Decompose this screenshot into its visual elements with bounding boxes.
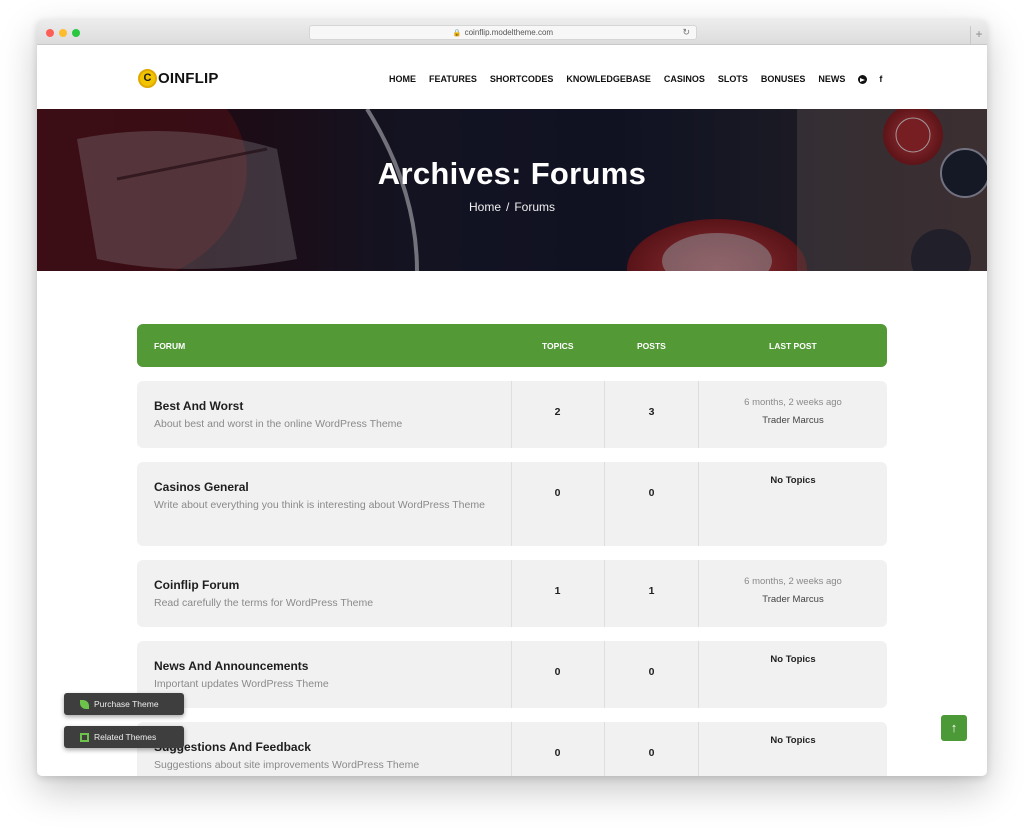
facebook-icon[interactable]: f <box>879 74 882 84</box>
scroll-to-top-button[interactable]: ↑ <box>941 715 967 741</box>
page-title: Archives: Forums <box>377 156 647 191</box>
header-posts: POSTS <box>637 341 666 351</box>
address-bar[interactable]: 🔒 coinflip.modeltheme.com ↻ <box>309 25 697 40</box>
related-themes-label: Related Themes <box>94 732 157 742</box>
last-post-time[interactable]: 6 months, 2 weeks ago <box>744 576 842 587</box>
last-post-author[interactable]: Trader Marcus <box>699 594 887 605</box>
posts-count: 3 <box>648 406 655 418</box>
url-text: coinflip.modeltheme.com <box>464 28 554 37</box>
table-row: Best And Worst About best and worst in t… <box>137 381 887 448</box>
page-hero: Archives: Forums Home / Forums <box>37 109 987 271</box>
posts-count: 0 <box>648 666 655 678</box>
nav-slots[interactable]: SLOTS <box>718 74 748 84</box>
nav-shortcodes[interactable]: SHORTCODES <box>490 74 554 84</box>
breadcrumb-current: Forums <box>514 200 556 214</box>
last-post-cell: 6 months, 2 weeks ago Trader Marcus <box>699 397 887 426</box>
last-post-author[interactable]: Trader Marcus <box>699 415 887 426</box>
nav-news[interactable]: NEWS <box>818 74 845 84</box>
no-topics-label: No Topics <box>770 475 816 486</box>
header-topics: TOPICS <box>542 341 574 351</box>
purchase-theme-label: Purchase Theme <box>94 699 159 709</box>
column-divider <box>511 462 512 546</box>
header-forum: FORUM <box>154 341 186 351</box>
forum-title-link[interactable]: Best And Worst <box>154 399 494 413</box>
site-header: C OINFLIP HOME FEATURES SHORTCODES KNOWL… <box>37 45 987 109</box>
no-topics-label: No Topics <box>770 735 816 746</box>
forum-title-link[interactable]: Suggestions And Feedback <box>154 740 494 754</box>
breadcrumb-separator: / <box>506 200 510 214</box>
maximize-window-button[interactable] <box>72 29 80 37</box>
site-logo[interactable]: C OINFLIP <box>138 68 219 88</box>
forum-title-link[interactable]: News And Announcements <box>154 659 494 673</box>
topics-count: 0 <box>554 747 561 759</box>
topics-count: 0 <box>554 666 561 678</box>
posts-count: 0 <box>648 487 655 499</box>
themes-icon <box>80 732 89 742</box>
forum-cell: Casinos General Write about everything y… <box>154 480 494 514</box>
column-divider <box>698 641 699 708</box>
browser-window: 🔒 coinflip.modeltheme.com ↻ + C OINFLIP H… <box>37 20 987 776</box>
nav-knowledgebase[interactable]: KNOWLEDGEBASE <box>566 74 651 84</box>
table-header: FORUM TOPICS POSTS LAST POST <box>137 324 887 367</box>
posts-count: 1 <box>648 585 655 597</box>
topics-count: 1 <box>554 585 561 597</box>
nav-home[interactable]: HOME <box>389 74 416 84</box>
minimize-window-button[interactable] <box>59 29 67 37</box>
table-row: Suggestions And Feedback Suggestions abo… <box>137 722 887 776</box>
related-themes-button[interactable]: Related Themes <box>64 726 184 748</box>
no-topics-label: No Topics <box>770 654 816 665</box>
logo-text: OINFLIP <box>158 69 219 87</box>
breadcrumb: Home / Forums <box>37 200 987 214</box>
forum-title-link[interactable]: Casinos General <box>154 480 494 494</box>
header-last-post: LAST POST <box>769 341 817 351</box>
table-row: Casinos General Write about everything y… <box>137 462 887 546</box>
breadcrumb-home[interactable]: Home <box>469 200 501 214</box>
forum-description: Suggestions about site improvements Word… <box>154 759 420 771</box>
forum-title-link[interactable]: Coinflip Forum <box>154 578 494 592</box>
main-nav: HOME FEATURES SHORTCODES KNOWLEDGEBASE C… <box>389 73 894 85</box>
nav-features[interactable]: FEATURES <box>429 74 477 84</box>
coin-logo-icon: C <box>138 68 157 88</box>
forum-description: About best and worst in the online WordP… <box>154 418 403 430</box>
forum-description: Read carefully the terms for WordPress T… <box>154 597 374 609</box>
browser-titlebar: 🔒 coinflip.modeltheme.com ↻ + <box>37 20 987 45</box>
close-window-button[interactable] <box>46 29 54 37</box>
nav-bonuses[interactable]: BONUSES <box>761 74 806 84</box>
topics-count: 2 <box>554 406 561 418</box>
purchase-theme-button[interactable]: Purchase Theme <box>64 693 184 715</box>
lock-icon: 🔒 <box>452 30 462 37</box>
table-row: Coinflip Forum Read carefully the terms … <box>137 560 887 627</box>
forum-cell: Suggestions And Feedback Suggestions abo… <box>154 740 494 774</box>
leaf-icon <box>80 699 89 709</box>
forum-description: Important updates WordPress Theme <box>154 678 329 690</box>
topics-count: 0 <box>554 487 561 499</box>
column-divider <box>604 462 605 546</box>
column-divider <box>698 722 699 776</box>
forum-cell: News And Announcements Important updates… <box>154 659 494 693</box>
last-post-cell: 6 months, 2 weeks ago Trader Marcus <box>699 576 887 605</box>
last-post-time[interactable]: 6 months, 2 weeks ago <box>744 397 842 408</box>
new-tab-button[interactable]: + <box>970 26 987 45</box>
table-row: News And Announcements Important updates… <box>137 641 887 708</box>
forum-description: Write about everything you think is inte… <box>154 499 485 511</box>
nav-casinos[interactable]: CASINOS <box>664 74 705 84</box>
reload-icon[interactable]: ↻ <box>682 26 690 39</box>
posts-count: 0 <box>648 747 655 759</box>
forum-cell: Coinflip Forum Read carefully the terms … <box>154 578 494 612</box>
forum-cell: Best And Worst About best and worst in t… <box>154 399 494 433</box>
telegram-icon[interactable] <box>858 74 868 84</box>
